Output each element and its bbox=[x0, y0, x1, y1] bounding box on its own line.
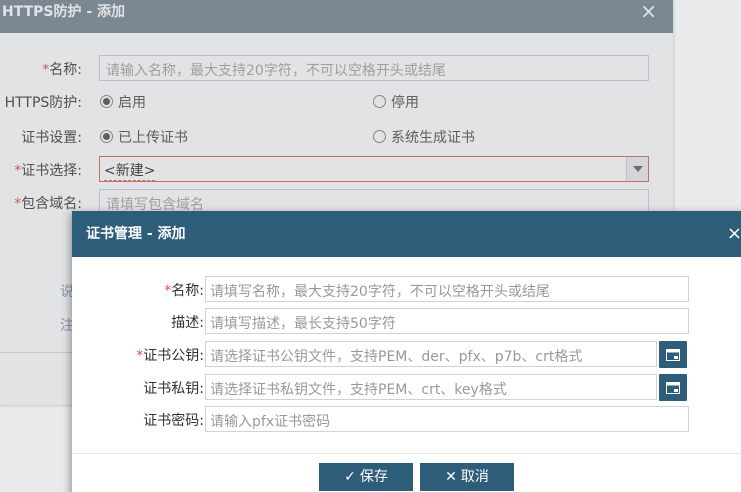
domain-label: *包含域名: bbox=[14, 193, 82, 213]
https-disable-radio[interactable]: 停用 bbox=[373, 92, 419, 112]
cert-dialog-close-icon[interactable]: × bbox=[727, 211, 741, 257]
cert-setting-row: 证书设置: 已上传证书 系统生成证书 bbox=[0, 123, 660, 149]
save-button[interactable]: ✓ 保存 bbox=[319, 463, 413, 491]
cert-desc-label: 描述: bbox=[171, 315, 204, 331]
cert-generated-radio[interactable]: 系统生成证书 bbox=[373, 127, 475, 147]
cert-uploaded-label: 已上传证书 bbox=[118, 130, 188, 146]
cert-setting-label: 证书设置: bbox=[21, 130, 82, 146]
dialog-footer-divider bbox=[72, 453, 741, 454]
privkey-browse-button[interactable] bbox=[659, 374, 687, 401]
cert-pubkey-input[interactable]: 请选择证书公钥文件，支持PEM、der、pfx、p7b、crt格式 bbox=[205, 341, 657, 367]
cancel-button-label: 取消 bbox=[460, 469, 489, 485]
cert-password-input[interactable]: 请输入pfx证书密码 bbox=[205, 406, 689, 432]
cert-privkey-row: 证书私钥: 请选择证书私钥文件，支持PEM、crt、key格式 bbox=[72, 374, 741, 401]
cert-name-label-text: 名称: bbox=[171, 283, 204, 299]
bg-name-row: *名称: 请输入名称，最大支持20字符，不可以空格开头或结尾 bbox=[0, 55, 660, 81]
cert-desc-row: 描述: 请填写描述，最长支持50字符 bbox=[72, 308, 741, 334]
x-icon: ✕ bbox=[445, 469, 457, 485]
bg-divider bbox=[0, 352, 80, 353]
cert-select-row: *证书选择: <新建> bbox=[0, 156, 660, 182]
cert-name-label: *名称: bbox=[164, 280, 204, 300]
cert-name-row: *名称: 请填写名称，最大支持20字符，不可以空格开头或结尾 bbox=[72, 276, 741, 302]
radio-unchecked-icon bbox=[373, 130, 386, 143]
cert-select-dropdown[interactable]: <新建> bbox=[99, 156, 649, 182]
radio-checked-icon bbox=[100, 130, 113, 143]
cert-select-label-text: 证书选择: bbox=[21, 163, 82, 179]
cancel-button[interactable]: ✕ 取消 bbox=[420, 463, 514, 491]
cert-uploaded-radio[interactable]: 已上传证书 bbox=[100, 127, 188, 147]
bg-name-label-text: 名称: bbox=[49, 62, 82, 78]
check-icon: ✓ bbox=[344, 469, 356, 485]
cert-name-input[interactable]: 请填写名称，最大支持20字符，不可以空格开头或结尾 bbox=[205, 276, 689, 302]
https-enable-label: 启用 bbox=[118, 95, 146, 111]
https-dialog-title-bar: HTTPS防护 - 添加 × bbox=[0, 0, 673, 33]
cert-generated-label: 系统生成证书 bbox=[391, 130, 475, 146]
cert-dialog-title: 证书管理 - 添加 bbox=[86, 226, 186, 242]
radio-unchecked-icon bbox=[373, 95, 386, 108]
cert-select-label: *证书选择: bbox=[14, 160, 82, 180]
bg-name-input[interactable]: 请输入名称，最大支持20字符，不可以空格开头或结尾 bbox=[99, 55, 649, 81]
cert-select-value: <新建> bbox=[104, 160, 156, 181]
cert-pubkey-label: *证书公钥: bbox=[136, 345, 204, 365]
bg-name-label: *名称: bbox=[42, 59, 82, 79]
cert-privkey-input[interactable]: 请选择证书私钥文件，支持PEM、crt、key格式 bbox=[205, 374, 657, 400]
https-dialog-title: HTTPS防护 - 添加 bbox=[2, 4, 126, 20]
cert-privkey-label: 证书私钥: bbox=[143, 381, 204, 397]
cert-management-dialog: 证书管理 - 添加 × *名称: 请填写名称，最大支持20字符，不可以空格开头或… bbox=[72, 211, 741, 492]
cert-password-label: 证书密码: bbox=[143, 413, 204, 429]
https-disable-label: 停用 bbox=[391, 95, 419, 111]
domain-label-text: 包含域名: bbox=[21, 196, 82, 212]
cert-pubkey-label-text: 证书公钥: bbox=[143, 348, 204, 364]
pubkey-browse-button[interactable] bbox=[659, 341, 687, 368]
save-button-label: 保存 bbox=[359, 469, 388, 485]
cert-desc-input[interactable]: 请填写描述，最长支持50字符 bbox=[205, 308, 689, 334]
radio-checked-icon bbox=[100, 95, 113, 108]
cert-pubkey-row: *证书公钥: 请选择证书公钥文件，支持PEM、der、pfx、p7b、crt格式 bbox=[72, 341, 741, 368]
folder-icon bbox=[666, 382, 680, 394]
https-label: HTTPS防护: bbox=[4, 95, 82, 111]
chevron-down-icon[interactable] bbox=[626, 157, 648, 181]
https-enable-radio[interactable]: 启用 bbox=[100, 92, 146, 112]
cert-password-row: 证书密码: 请输入pfx证书密码 bbox=[72, 406, 741, 432]
https-toggle-row: HTTPS防护: 启用 停用 bbox=[0, 88, 660, 114]
https-dialog-close-icon[interactable]: × bbox=[640, 0, 657, 23]
cert-dialog-title-bar: 证书管理 - 添加 × bbox=[72, 211, 741, 257]
folder-icon bbox=[666, 349, 680, 361]
